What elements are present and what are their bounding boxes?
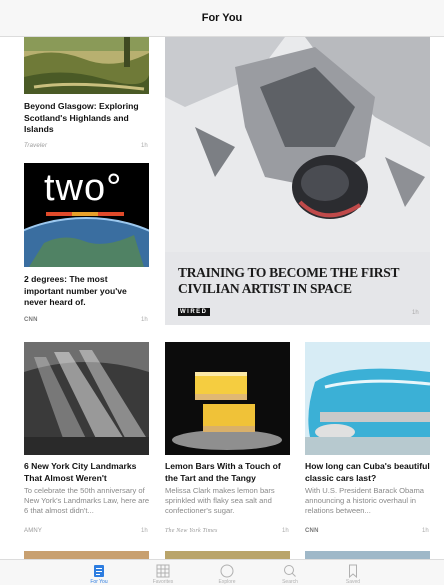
tab-label: Saved <box>345 579 361 585</box>
article-card-nyc-landmarks[interactable]: 6 New York City Landmarks That Almost We… <box>0 342 160 542</box>
next-row-preview <box>24 551 430 559</box>
article-excerpt: To celebrate the 50th anniversary of New… <box>24 486 150 516</box>
favorites-grid-icon <box>156 564 170 578</box>
tab-saved[interactable]: Saved <box>323 560 383 586</box>
tab-bar: For You Favorites Explore Search Saved <box>0 559 444 585</box>
article-time: 1h <box>412 310 419 316</box>
article-source: Traveler <box>24 143 48 149</box>
nav-bar: For You <box>0 0 444 37</box>
article-excerpt: With U.S. President Barack Obama announc… <box>305 486 425 516</box>
article-excerpt: Melissa Clark makes lemon bars sprinkled… <box>165 486 275 516</box>
article-time: 1h <box>282 528 289 534</box>
article-card-scotland[interactable]: Beyond Glasgow: Exploring Scotland's Hig… <box>0 37 160 157</box>
article-title: TRAINING TO BECOME THE FIRST CIVILIAN AR… <box>178 265 399 296</box>
compass-icon <box>220 564 234 578</box>
article-image-astronaut <box>165 37 430 252</box>
article-title: Beyond Glasgow: Exploring Scotland's Hig… <box>24 101 139 134</box>
article-image-lemon-bars <box>165 342 290 455</box>
article-image-text: two° <box>44 167 123 209</box>
article-source: CNN <box>24 317 38 323</box>
search-icon <box>284 565 296 577</box>
article-time: 1h <box>141 143 148 149</box>
article-card-cuba-cars[interactable]: How long can Cuba's beautiful classic ca… <box>305 342 430 542</box>
article-time: 1h <box>141 528 148 534</box>
article-card-two-degrees[interactable]: two° 2 degrees: The most important numbe… <box>0 163 160 328</box>
article-title: 6 New York City Landmarks That Almost We… <box>24 461 137 483</box>
article-source: AMNY <box>24 528 43 534</box>
article-image-classic-car <box>305 342 430 455</box>
article-source: WIRED <box>178 308 210 316</box>
tab-label: Search <box>282 579 298 585</box>
article-source: CNN <box>305 528 319 534</box>
article-card-lemon-bars[interactable]: Lemon Bars With a Touch of the Tart and … <box>165 342 295 542</box>
tab-search[interactable]: Search <box>260 560 320 586</box>
tab-for-you[interactable]: For You <box>69 560 129 586</box>
tab-explore[interactable]: Explore <box>197 560 257 586</box>
article-card-wired-feature[interactable]: TRAINING TO BECOME THE FIRST CIVILIAN AR… <box>165 37 430 325</box>
tab-label: Explore <box>218 579 236 585</box>
tab-favorites[interactable]: Favorites <box>133 560 193 586</box>
article-source: The New York Times <box>165 528 218 534</box>
bookmark-icon <box>349 564 357 578</box>
page-title: For You <box>201 12 243 24</box>
article-time: 1h <box>141 317 148 323</box>
article-time: 1h <box>422 528 429 534</box>
article-image-landscape <box>24 37 149 94</box>
for-you-icon <box>94 565 104 577</box>
tab-label: Favorites <box>152 579 174 585</box>
article-image-globe: two° <box>24 163 149 267</box>
tab-label: For You <box>90 579 108 585</box>
article-image-station <box>24 342 149 455</box>
article-title: Lemon Bars With a Touch of the Tart and … <box>165 461 281 483</box>
article-title: 2 degrees: The most important number you… <box>24 274 127 307</box>
article-title: How long can Cuba's beautiful classic ca… <box>305 461 430 483</box>
